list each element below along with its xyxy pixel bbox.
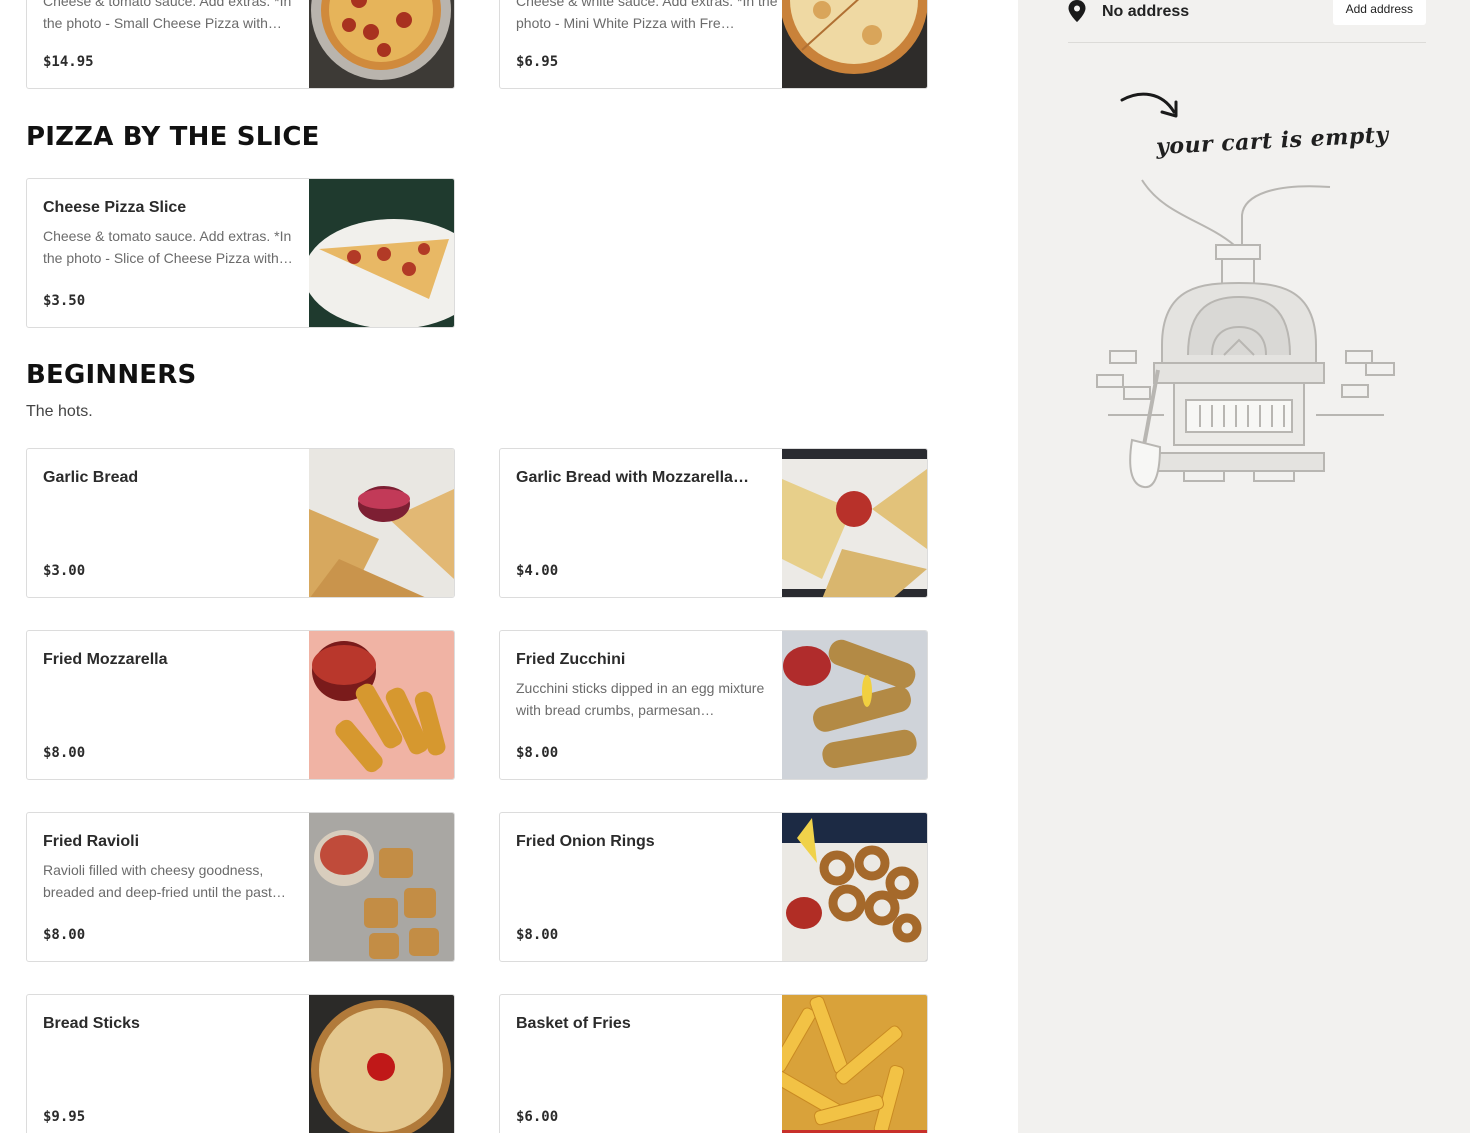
- address-text: No address: [1102, 3, 1190, 20]
- add-address-button[interactable]: Add address: [1332, 0, 1426, 25]
- item-price: $4.00: [516, 563, 559, 579]
- item-description: Cheese & tomato sauce. Add extras. *In t…: [43, 228, 293, 266]
- item-description: Zucchini sticks dipped in an egg mixture…: [516, 680, 765, 718]
- item-name: Garlic Bread with Mozzarella…: [516, 469, 749, 486]
- empty-cart-text: your cart is empty: [1155, 121, 1390, 161]
- item-description: [516, 1041, 778, 1085]
- section-title: BEGINNERS: [26, 360, 197, 390]
- item-description: [43, 1041, 305, 1085]
- item-photo: [782, 813, 927, 961]
- menu-item-card[interactable]: Cheese Pizza Slice Cheese & tomato sauce…: [26, 178, 455, 328]
- item-price: $14.95: [43, 54, 94, 70]
- item-photo: [309, 995, 454, 1133]
- item-price: $8.00: [516, 745, 559, 761]
- item-photo: [309, 631, 454, 779]
- item-price: $8.00: [516, 927, 559, 943]
- item-name: Bread Sticks: [43, 1015, 140, 1032]
- item-name: Garlic Bread: [43, 469, 139, 486]
- menu-item-card[interactable]: Fried Onion Rings $8.00: [499, 812, 928, 962]
- menu-item-card[interactable]: Fried Ravioli Ravioli filled with cheesy…: [26, 812, 455, 962]
- item-price: $3.50: [43, 293, 86, 309]
- item-photo: [309, 179, 454, 327]
- item-photo: [309, 449, 454, 597]
- item-description: Cheese & white sauce. Add extras. *In th…: [516, 0, 778, 31]
- arrow-icon: [1120, 92, 1178, 118]
- section-title: PIZZA BY THE SLICE: [26, 122, 320, 152]
- item-price: $6.00: [516, 1109, 559, 1125]
- item-name: Cheese Pizza Slice: [43, 199, 187, 216]
- item-name: Fried Ravioli: [43, 833, 140, 850]
- item-photo: [782, 995, 927, 1133]
- menu-panel: Cheese & tomato sauce. Add extras. *In t…: [0, 0, 1018, 1133]
- menu-item-card[interactable]: Cheese & tomato sauce. Add extras. *In t…: [26, 0, 455, 89]
- item-photo: [309, 813, 454, 961]
- location-pin-icon: [1068, 0, 1086, 29]
- menu-item-card[interactable]: Garlic Bread with Mozzarella… $4.00: [499, 448, 928, 598]
- item-photo: [309, 0, 454, 88]
- menu-item-card[interactable]: Basket of Fries $6.00: [499, 994, 928, 1133]
- item-price: $6.95: [516, 54, 559, 70]
- item-description: [43, 677, 305, 721]
- pizza-oven-illustration: [1096, 179, 1395, 489]
- item-price: $3.00: [43, 563, 86, 579]
- item-description: Ravioli filled with cheesy goodness, bre…: [43, 862, 286, 900]
- menu-item-card[interactable]: Fried Mozzarella $8.00: [26, 630, 455, 780]
- item-name: Fried Zucchini: [516, 651, 626, 668]
- cart-sidebar: No address Add address your cart is empt…: [1018, 0, 1470, 1133]
- section-subtitle: The hots.: [26, 403, 93, 420]
- item-description: [516, 495, 778, 539]
- item-price: $8.00: [43, 927, 86, 943]
- item-photo: [782, 631, 927, 779]
- menu-item-card[interactable]: Bread Sticks $9.95: [26, 994, 455, 1133]
- address-bar: No address Add address: [1068, 0, 1426, 43]
- item-description: [516, 859, 778, 903]
- menu-item-card[interactable]: Cheese & white sauce. Add extras. *In th…: [499, 0, 928, 89]
- menu-item-card[interactable]: Garlic Bread $3.00: [26, 448, 455, 598]
- item-price: $9.95: [43, 1109, 86, 1125]
- item-description: Cheese & tomato sauce. Add extras. *In t…: [43, 0, 292, 31]
- item-price: $8.00: [43, 745, 86, 761]
- item-photo: [782, 449, 927, 597]
- item-photo: [782, 0, 927, 88]
- item-description: [43, 495, 305, 539]
- item-name: Fried Onion Rings: [516, 833, 655, 850]
- item-name: Basket of Fries: [516, 1015, 631, 1032]
- item-name: Fried Mozzarella: [43, 651, 168, 668]
- menu-item-card[interactable]: Fried Zucchini Zucchini sticks dipped in…: [499, 630, 928, 780]
